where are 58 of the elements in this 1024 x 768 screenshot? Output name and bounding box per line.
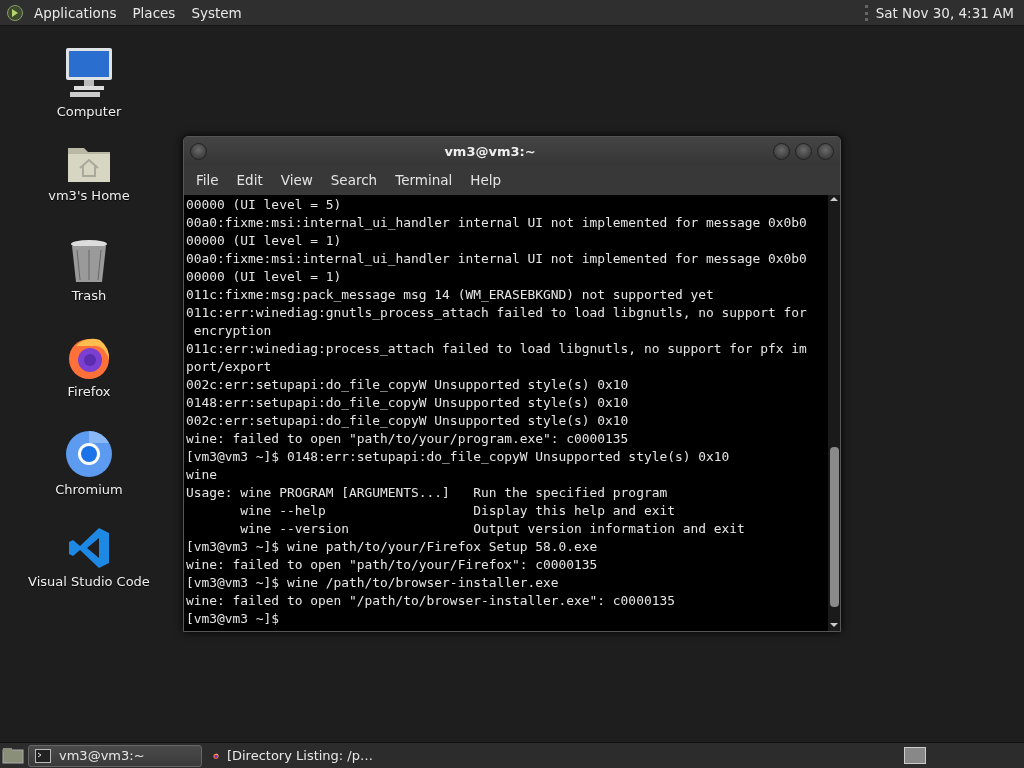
- menu-item[interactable]: File: [188, 169, 227, 191]
- terminal-line: 0148:err:setupapi:do_file_copyW Unsupported style(s) 0x10: [186, 394, 630, 412]
- terminal-line: wine: failed to open "path/to/your/program.exe": c0000135: [186, 430, 630, 448]
- chromium-icon: [65, 430, 113, 478]
- code-editor-icon: [67, 526, 111, 570]
- terminal-line: port/export: [186, 358, 273, 376]
- scroll-thumb[interactable]: [829, 447, 839, 607]
- desktop-icon-label[interactable]: vm3's Home: [48, 188, 130, 203]
- terminal-line: 002c:err:setupapi:do_file_copyW Unsupported style(s) 0x10: [186, 376, 630, 394]
- distro-logo-icon: [6, 3, 24, 22]
- taskbar-button[interactable]: [Directory Listing: /p…: [206, 744, 380, 767]
- window-title: vm3@vm3:~: [443, 143, 537, 159]
- menu-item[interactable]: Terminal: [387, 169, 461, 191]
- desktop-icon-label[interactable]: Computer: [56, 104, 122, 119]
- desktop-icon-label[interactable]: Chromium: [55, 482, 123, 497]
- terminal-line: [vm3@vm3 ~]$: [186, 610, 281, 628]
- clock[interactable]: Sat Nov 30, 4:31 AM: [864, 4, 1018, 21]
- desktop-icon-label[interactable]: Visual Studio Code: [28, 574, 150, 589]
- terminal-line: 00a0:fixme:msi:internal_ui_handler internal UI not implemented for message 0x0b0: [186, 250, 808, 268]
- minimize-button[interactable]: [773, 142, 790, 160]
- close-button[interactable]: [817, 142, 834, 160]
- terminal-line: 011c:err:winediag:gnutls_process_attach failed to load libgnutls, no support for: [186, 304, 808, 322]
- terminal-line: wine: failed to open "/path/to/browser-installer.exe": c0000135: [186, 592, 676, 610]
- terminal-line: Usage: wine PROGRAM [ARGUMENTS...] Run the specified program: [186, 484, 669, 502]
- workspace-switcher[interactable]: [904, 747, 926, 764]
- terminal-line: wine --help Display this help and exit: [239, 502, 676, 520]
- panel-menu[interactable]: Places: [126, 2, 182, 23]
- desktop-icon-label[interactable]: Firefox: [67, 384, 111, 399]
- show-desktop-icon[interactable]: [2, 746, 24, 765]
- maximize-button[interactable]: [795, 142, 812, 160]
- terminal-icon: [35, 748, 51, 763]
- terminal-line: wine: [186, 466, 219, 484]
- terminal-line: 011c:fixme:msg:pack_message msg 14 (WM_ERASEBKGND) not supported yet: [186, 286, 715, 304]
- menu-item[interactable]: Search: [322, 169, 386, 191]
- terminal-line: 00000 (UI level = 5): [186, 196, 343, 214]
- terminal-line: 011c:err:winediag:process_attach failed to load libgnutls, no support for pfx im: [186, 340, 808, 358]
- terminal-line: 002c:err:setupapi:do_file_copyW Unsupported style(s) 0x10: [186, 412, 630, 430]
- window-menu-button[interactable]: [190, 142, 207, 160]
- trash-icon: [69, 238, 109, 284]
- menu-item[interactable]: View: [272, 169, 321, 191]
- terminal-line: [vm3@vm3 ~]$ 0148:err:setupapi:do_file_copyW Unsupported style(s) 0x10: [186, 448, 731, 466]
- panel-menu[interactable]: Applications: [28, 2, 123, 23]
- scroll-down-icon[interactable]: [829, 621, 839, 629]
- terminal-line: wine --version Output version information and exit: [239, 520, 746, 538]
- menu-item[interactable]: Edit: [228, 169, 271, 191]
- terminal-line: 00000 (UI level = 1): [186, 232, 343, 250]
- panel-menu[interactable]: System: [185, 2, 248, 23]
- terminal-line: [vm3@vm3 ~]$ wine path/to/your/Firefox Setup 58.0.exe: [186, 538, 599, 556]
- scrollbar[interactable]: [828, 195, 840, 631]
- taskbar-button[interactable]: vm3@vm3:~: [28, 744, 202, 767]
- terminal-line: 00000 (UI level = 1): [186, 268, 343, 286]
- menu-item[interactable]: Help: [462, 169, 510, 191]
- terminal-line: [vm3@vm3 ~]$ wine /path/to/browser-installer.exe: [186, 574, 560, 592]
- terminal-line: wine: failed to open "path/to/your/Firefox": c0000135: [186, 556, 599, 574]
- terminal-line: 00a0:fixme:msi:internal_ui_handler internal UI not implemented for message 0x0b0: [186, 214, 808, 232]
- desktop-icon-label[interactable]: Trash: [71, 288, 107, 303]
- terminal-line: encryption: [192, 322, 273, 340]
- computer-icon: [64, 46, 114, 100]
